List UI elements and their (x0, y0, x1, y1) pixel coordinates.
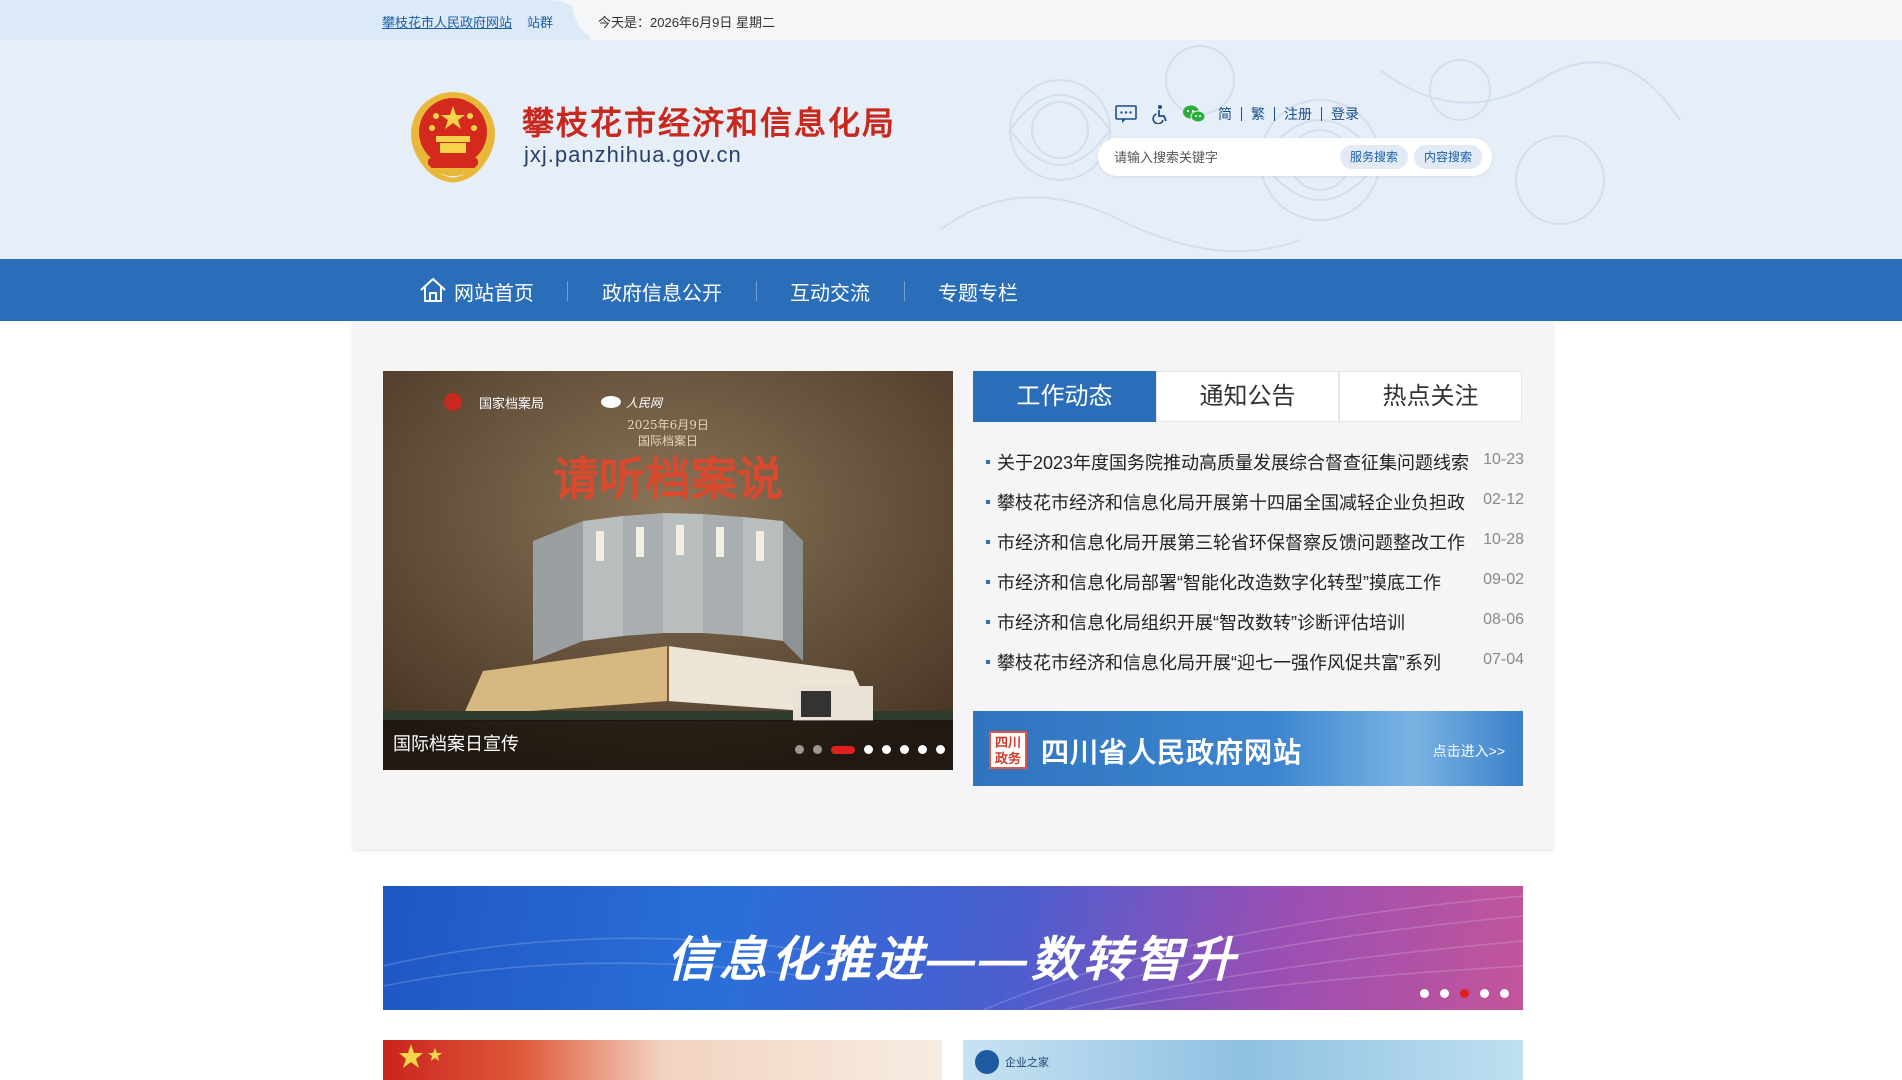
enterprise-logo-icon (975, 1050, 999, 1074)
enterprise-home-label: 企业之家 (1005, 1057, 1049, 1069)
site-group-link[interactable]: 站群 (527, 12, 553, 31)
news-date: 09-02 (1483, 571, 1524, 588)
traditional-chinese-link[interactable]: 繁 (1241, 107, 1274, 121)
poster-logo-text: 国家档案局 (479, 396, 544, 412)
nav-special-topics[interactable]: 专题专栏 (938, 277, 1018, 306)
slider-dot[interactable] (936, 745, 945, 754)
news-title[interactable]: 市经济和信息化局部署“智能化改造数字化转型”摸底工作 (997, 569, 1477, 595)
national-emblem-icon (411, 92, 495, 183)
promo-dot-active[interactable] (1460, 989, 1469, 998)
top-bar: 攀枝花市人民政府网站 站群 今天是：2026年6月9日 星期二 (0, 0, 1902, 40)
list-item[interactable]: 关于2023年度国务院推动高质量发展综合督查征集问题线索 10-23 (984, 446, 1524, 486)
search-input[interactable] (1114, 148, 1324, 166)
wechat-icon[interactable] (1182, 103, 1206, 125)
slider-dot[interactable] (813, 745, 822, 754)
current-date: 今天是：2026年6月9日 星期二 (598, 15, 775, 30)
tab-notices[interactable]: 通知公告 (1156, 371, 1339, 422)
search-box: 服务搜索 内容搜索 (1098, 138, 1492, 176)
news-title[interactable]: 市经济和信息化局组织开展“智改数转”诊断评估培训 (997, 609, 1477, 635)
login-link[interactable]: 登录 (1321, 107, 1368, 121)
nav-separator (756, 281, 757, 301)
sichuan-gov-banner[interactable]: 四川政务 四川省人民政府网站 点击进入>> (973, 711, 1523, 786)
list-item[interactable]: 攀枝花市经济和信息化局开展第十四届全国减轻企业负担政 02-12 (984, 486, 1524, 526)
slide-caption[interactable]: 国际档案日宣传 (393, 730, 519, 756)
simplified-chinese-link[interactable]: 简 (1216, 107, 1241, 121)
promo-text: 信息化推进——数转智升 (666, 934, 1239, 987)
bullet-icon (986, 500, 990, 504)
enterprise-home-card[interactable]: 企业之家 (963, 1040, 1523, 1080)
list-item[interactable]: 市经济和信息化局组织开展“智改数转”诊断评估培训 08-06 (984, 606, 1524, 646)
archive-day-poster-image: 国家档案局 人民网 2025年6月9日 国际档案日 请听档案说 (383, 371, 953, 770)
slider-dot[interactable] (795, 745, 804, 754)
city-government-site-link[interactable]: 攀枝花市人民政府网站 (382, 12, 512, 31)
news-title[interactable]: 攀枝花市经济和信息化局开展第十四届全国减轻企业负担政 (997, 489, 1477, 515)
slider-dot-active[interactable] (831, 745, 855, 754)
promo-pagination (1409, 989, 1509, 998)
sichuan-banner-title: 四川省人民政府网站 (1041, 737, 1303, 768)
tab-hot-topics[interactable]: 热点关注 (1339, 371, 1522, 422)
bullet-icon (986, 540, 990, 544)
party-card[interactable] (383, 1040, 942, 1080)
register-link[interactable]: 注册 (1274, 107, 1321, 121)
promo-dot[interactable] (1480, 989, 1489, 998)
news-date: 10-28 (1483, 531, 1524, 548)
slider-dot[interactable] (882, 745, 891, 754)
home-icon (420, 277, 446, 302)
poster-headline-text: 请听档案说 (553, 452, 783, 506)
slider-dot[interactable] (864, 745, 873, 754)
message-icon[interactable] (1114, 103, 1138, 125)
news-title[interactable]: 关于2023年度国务院推动高质量发展综合督查征集问题线索 (997, 449, 1477, 475)
service-search-button[interactable]: 服务搜索 (1340, 145, 1409, 169)
star-icon (399, 1044, 442, 1068)
nav-separator (567, 281, 568, 301)
nav-gov-info[interactable]: 政府信息公开 (602, 277, 722, 306)
image-slider[interactable]: 国家档案局 人民网 2025年6月9日 国际档案日 请听档案说 国际档案日宣传 (383, 371, 953, 770)
sichuan-seal-icon: 四川政务 (989, 731, 1027, 769)
bullet-icon (986, 660, 990, 664)
news-title[interactable]: 市经济和信息化局开展第三轮省环保督察反馈问题整改工作 (997, 529, 1477, 555)
news-date: 02-12 (1483, 491, 1524, 508)
news-title[interactable]: 攀枝花市经济和信息化局开展“迎七一强作风促共富”系列 (997, 649, 1477, 675)
list-item[interactable]: 攀枝花市经济和信息化局开展“迎七一强作风促共富”系列 07-04 (984, 646, 1524, 686)
promo-dot[interactable] (1420, 989, 1429, 998)
nav-home[interactable]: 网站首页 (454, 277, 534, 306)
bullet-icon (986, 580, 990, 584)
content-search-button[interactable]: 内容搜索 (1414, 145, 1483, 169)
main-nav: 网站首页 政府信息公开 互动交流 专题专栏 (0, 259, 1902, 321)
bullet-icon (986, 620, 990, 624)
list-item[interactable]: 市经济和信息化局部署“智能化改造数字化转型”摸底工作 09-02 (984, 566, 1524, 606)
site-domain: jxj.panzhihua.gov.cn (524, 142, 742, 167)
news-date: 07-04 (1483, 651, 1524, 668)
news-list: 关于2023年度国务院推动高质量发展综合督查征集问题线索 10-23 攀枝花市经… (984, 446, 1524, 686)
accessibility-icon[interactable] (1148, 103, 1172, 125)
slider-dot[interactable] (900, 745, 909, 754)
sichuan-enter-link[interactable]: 点击进入>> (1433, 741, 1505, 761)
slider-pagination (786, 745, 945, 754)
poster-date-text: 2025年6月9日 (627, 418, 709, 432)
nav-separator (904, 281, 905, 301)
news-tabs: 工作动态 通知公告 热点关注 (973, 371, 1523, 422)
nav-interaction[interactable]: 互动交流 (790, 277, 870, 306)
promo-banner[interactable]: 信息化推进——数转智升 (383, 886, 1523, 1010)
promo-dot[interactable] (1500, 989, 1509, 998)
poster-event-text: 国际档案日 (638, 433, 698, 448)
tab-work-updates[interactable]: 工作动态 (973, 371, 1156, 422)
site-title: 攀枝花市经济和信息化局 (522, 104, 897, 142)
bullet-icon (986, 460, 990, 464)
news-date: 10-23 (1483, 451, 1524, 468)
promo-dot[interactable] (1440, 989, 1449, 998)
poster-logo2-text: 人民网 (626, 396, 664, 410)
news-date: 08-06 (1483, 611, 1524, 628)
slider-dot[interactable] (918, 745, 927, 754)
header-tools: 简 繁 注册 登录 (1114, 102, 1368, 126)
site-header: 攀枝花市经济和信息化局 jxj.panzhihua.gov.cn 简 繁 注册 … (0, 40, 1902, 259)
list-item[interactable]: 市经济和信息化局开展第三轮省环保督察反馈问题整改工作 10-28 (984, 526, 1524, 566)
